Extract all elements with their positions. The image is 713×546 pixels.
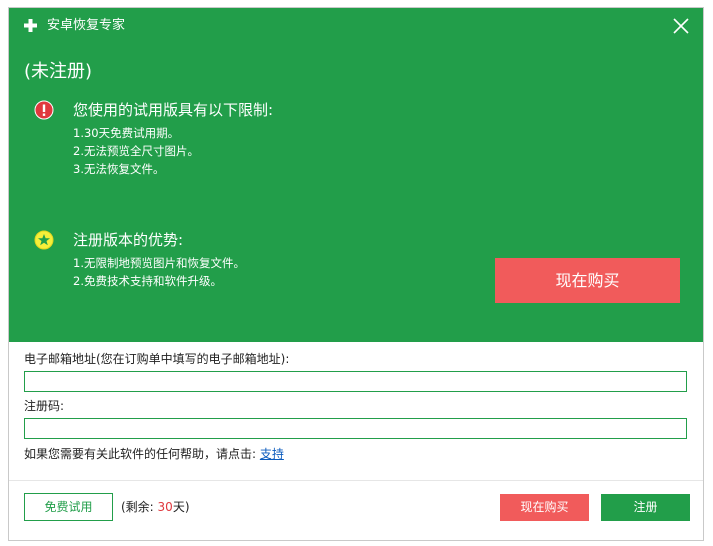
list-item: 2.无法预览全尺寸图片。 — [73, 144, 199, 158]
email-field[interactable] — [24, 371, 687, 392]
footer-divider — [9, 480, 703, 481]
registration-status: (未注册) — [24, 61, 93, 82]
info-panel: (未注册) 您使用的试用版具有以下限制: 1.30天免费试用期。 2.无法预览全… — [9, 44, 703, 342]
remaining-suffix: 天) — [172, 500, 190, 514]
support-link[interactable]: 支持 — [260, 447, 284, 461]
email-label: 电子邮箱地址(您在订购单中填写的电子邮箱地址): — [24, 352, 290, 366]
title-bar: 安卓恢复专家 — [9, 8, 703, 44]
list-item: 1.无限制地预览图片和恢复文件。 — [73, 256, 245, 270]
limits-list: 1.30天免费试用期。 2.无法预览全尺寸图片。 3.无法恢复文件。 — [73, 124, 199, 178]
buy-now-button-large[interactable]: 现在购买 — [495, 258, 680, 303]
list-item: 3.无法恢复文件。 — [73, 162, 165, 176]
registration-code-field[interactable] — [24, 418, 687, 439]
limits-title: 您使用的试用版具有以下限制: — [73, 101, 274, 119]
trial-remaining: (剩余: 30天) — [121, 499, 190, 515]
list-item: 1.30天免费试用期。 — [73, 126, 180, 140]
registration-window: 安卓恢复专家 (未注册) 您使用的试用版具有以下限制: 1.30天免费试用期。 … — [8, 7, 704, 541]
registration-code-label: 注册码: — [24, 399, 65, 413]
window-title: 安卓恢复专家 — [47, 18, 126, 33]
star-icon — [34, 230, 54, 250]
exclamation-icon — [34, 100, 54, 120]
help-text: 如果您需要有关此软件的任何帮助，请点击: 支持 — [24, 446, 284, 462]
list-item: 2.免费技术支持和软件升级。 — [73, 274, 222, 288]
free-trial-button[interactable]: 免费试用 — [24, 493, 113, 521]
close-icon[interactable] — [671, 16, 691, 36]
buy-now-button[interactable]: 现在购买 — [500, 494, 589, 521]
help-message: 如果您需要有关此软件的任何帮助，请点击: — [24, 447, 260, 461]
advantages-title: 注册版本的优势: — [73, 231, 184, 249]
register-button[interactable]: 注册 — [601, 494, 690, 521]
plus-icon — [22, 17, 39, 34]
remaining-days: 30 — [157, 500, 173, 514]
advantages-list: 1.无限制地预览图片和恢复文件。 2.免费技术支持和软件升级。 — [73, 254, 245, 290]
remaining-prefix: (剩余: — [121, 500, 158, 514]
